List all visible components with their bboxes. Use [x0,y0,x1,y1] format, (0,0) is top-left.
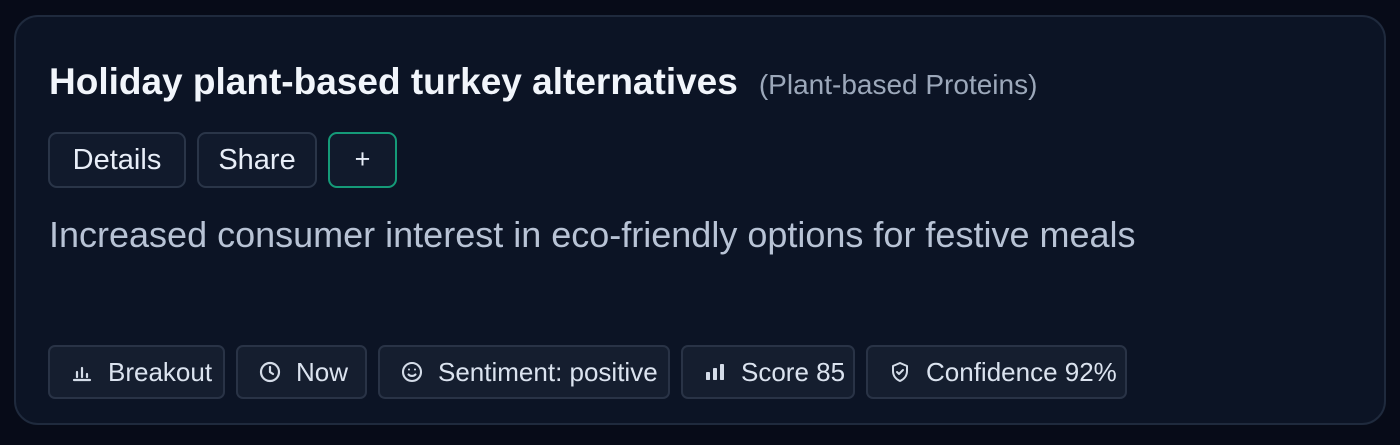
score-label: Score 85 [741,356,846,387]
bar-chart-icon [70,360,94,384]
category-label: (Plant-based Proteins) [758,69,1038,100]
confidence-label: Confidence 92% [926,356,1117,387]
clock-icon [258,360,282,384]
trend-card: Holiday plant-based turkey alternatives … [14,15,1386,425]
shield-check-icon [888,360,912,384]
smile-icon [400,360,424,384]
breakout-label: Breakout [108,356,213,387]
title-row: Holiday plant-based turkey alternatives … [49,61,1037,103]
details-button[interactable]: Details [48,132,186,188]
sentiment-label: Sentiment: positive [438,356,658,387]
trend-summary: Increased consumer interest in eco-frien… [49,214,1136,255]
time-label: Now [296,356,349,387]
confidence-tag: Confidence 92% [866,345,1127,399]
time-tag: Now [236,345,367,399]
score-tag: Score 85 [681,345,855,399]
add-button[interactable]: + [328,132,397,188]
score-bars-icon [703,360,727,384]
share-button[interactable]: Share [197,132,317,188]
metadata-tags: Breakout Now Sentiment: positive Score 8… [48,345,1127,399]
action-buttons: Details Share + [48,132,397,188]
sentiment-tag: Sentiment: positive [378,345,670,399]
trend-title: Holiday plant-based turkey alternatives [49,61,738,102]
breakout-tag: Breakout [48,345,225,399]
